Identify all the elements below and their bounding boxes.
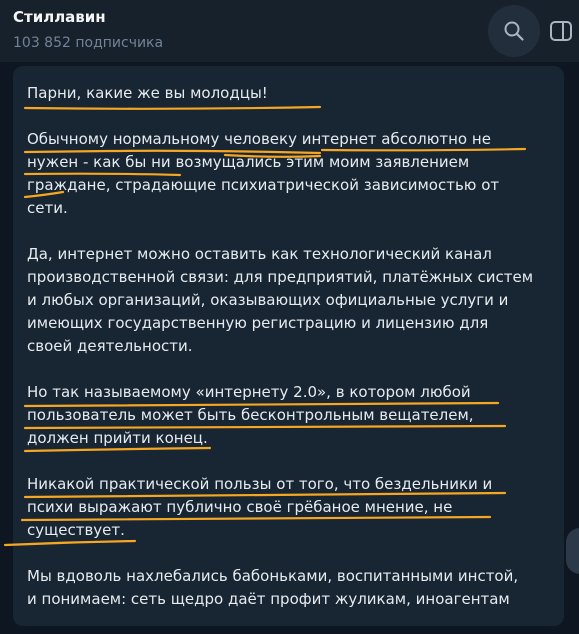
message-paragraph: Никакой практической пользы от того, что… bbox=[27, 475, 493, 539]
message-paragraph: Но так называемому «интернету 2.0», в ко… bbox=[27, 383, 474, 447]
message-paragraph: Парни, какие же вы молодцы! bbox=[27, 84, 268, 102]
channel-title[interactable]: Стиллавин bbox=[13, 8, 106, 26]
message-bubble[interactable]: Парни, какие же вы молодцы! Обычному нор… bbox=[13, 66, 564, 626]
scroll-down-button[interactable] bbox=[566, 528, 579, 574]
message-paragraph: Да, интернет можно оставить как технолог… bbox=[27, 245, 534, 355]
message-paragraph: Мы вдоволь нахлебались бабоньками, воспи… bbox=[27, 567, 519, 608]
chat-header: Стиллавин 103 852 подписчика bbox=[0, 0, 579, 62]
search-button[interactable] bbox=[488, 5, 540, 57]
subscriber-count: 103 852 подписчика bbox=[13, 35, 164, 51]
search-icon bbox=[504, 21, 524, 41]
side-panel-button[interactable] bbox=[548, 5, 579, 57]
message-text: Парни, какие же вы молодцы! Обычному нор… bbox=[27, 82, 555, 634]
side-panel-icon bbox=[550, 21, 572, 41]
message-paragraph: Обычному нормальному человеку интернет а… bbox=[27, 130, 500, 217]
